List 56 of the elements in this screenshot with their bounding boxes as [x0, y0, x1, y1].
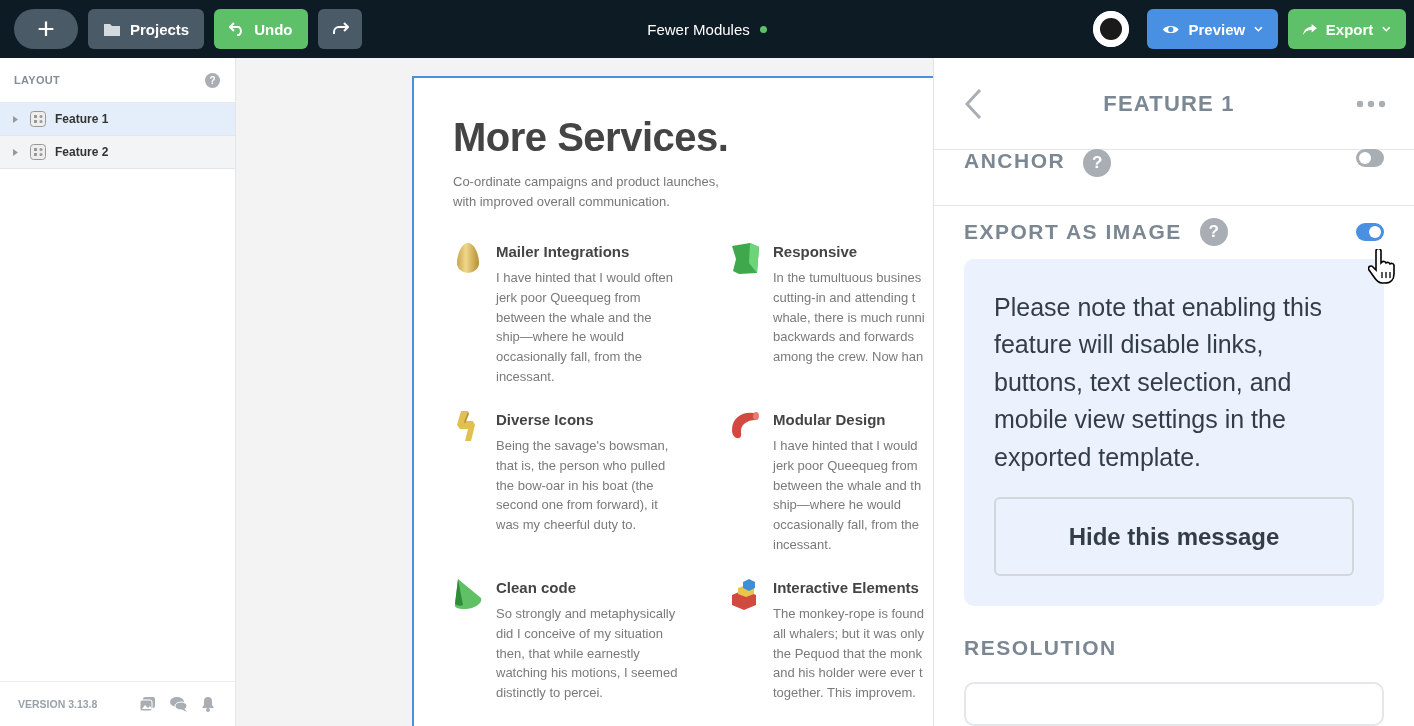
share-arrow-icon: [1303, 22, 1317, 36]
feature-title: Modular Design: [773, 410, 887, 430]
feature-text: The monkey-rope is found all whalers; but it was only the Pequod that the monk and his holder were ever t together. This improvem.: [773, 605, 925, 703]
caret-right-icon: [13, 115, 18, 123]
feature-text: So strongly and metaphysically did I conceive of my situation then, that while earnestly watching his motions, I seemed distinctly to percei.: [496, 605, 678, 703]
more-icon[interactable]: [1356, 99, 1386, 108]
redo-icon: [330, 22, 349, 36]
help-icon[interactable]: ?: [1199, 218, 1228, 247]
toggle-switch[interactable]: [1356, 223, 1384, 242]
notice-text: Please note that enabling this feature will disable links, buttons, text selection, and mobile view settings in the exported template.: [994, 291, 1323, 473]
feature-title: Interactive Elements: [773, 578, 920, 598]
project-title: Fewer Modules: [647, 20, 750, 38]
caret-right-icon: [13, 148, 18, 156]
add-button[interactable]: +: [14, 9, 78, 49]
block-icon: [730, 242, 760, 274]
redo-button[interactable]: [317, 9, 362, 49]
back-chevron-icon[interactable]: [964, 87, 982, 120]
undo-button[interactable]: Undo: [214, 9, 308, 49]
section-subtitle: Co-ordinate campaigns and product launches, with improved overall communication.: [453, 173, 720, 211]
hand-cursor-icon: [1368, 249, 1398, 285]
version-label: VERSION 3.13.8: [18, 698, 99, 710]
feature-text: In the tumultuous busines cutting-in and attending t whale, there is much runni backwards and forwards among the crew. Now han: [773, 269, 925, 367]
avatar-icon: [1093, 11, 1129, 47]
resolution-label: RESOLUTION: [964, 636, 1118, 660]
projects-button[interactable]: Projects: [88, 9, 205, 49]
export-button[interactable]: Export: [1288, 9, 1406, 49]
resolution-field[interactable]: [964, 682, 1384, 726]
feature-text: I have hinted that I would often jerk poor Queequeg from between the whale and the ship—where he would occasionally fall, from the incessant.: [496, 269, 674, 386]
bell-icon[interactable]: [201, 696, 215, 712]
setting-label: ANCHOR: [964, 149, 1066, 173]
setting-label: EXPORT AS IMAGE: [964, 220, 1182, 245]
preview-button[interactable]: Preview: [1147, 9, 1278, 49]
folder-icon: [103, 21, 121, 37]
feature-text: I have hinted that I would jerk poor Queequeg from between the whale and th ship—where he would occasionally fall, from the incessant.: [773, 437, 922, 554]
feature-title: Clean code: [496, 578, 578, 598]
module-icon: [30, 144, 46, 160]
section-heading: More Services.: [453, 114, 730, 160]
help-icon[interactable]: ?: [1083, 149, 1112, 177]
feature-text: Being the savage's bowsman, that is, the person who pulled the bow-oar in his boat (the second one from forward), it was my cheerful duty to.: [496, 437, 669, 535]
feature-title: Mailer Integrations: [496, 242, 631, 262]
layer-item[interactable]: Feature 1: [0, 103, 235, 136]
chat-icon[interactable]: [170, 696, 187, 712]
cone-icon: [453, 578, 483, 610]
chevron-down-icon: [1382, 26, 1391, 32]
help-icon[interactable]: ?: [205, 72, 220, 88]
images-icon[interactable]: [139, 696, 156, 712]
layer-item[interactable]: Feature 2: [0, 136, 235, 169]
hide-message-button[interactable]: Hide this message: [994, 497, 1354, 576]
template-card[interactable]: [412, 76, 933, 726]
panel-title: FEATURE 1: [1102, 90, 1236, 117]
module-icon: [30, 111, 46, 127]
toggle-switch[interactable]: [1356, 149, 1384, 167]
feature-title: Responsive: [773, 242, 859, 262]
chevron-down-icon: [1254, 26, 1263, 32]
feature-title: Diverse Icons: [496, 410, 595, 430]
layout-title: LAYOUT: [14, 74, 60, 86]
